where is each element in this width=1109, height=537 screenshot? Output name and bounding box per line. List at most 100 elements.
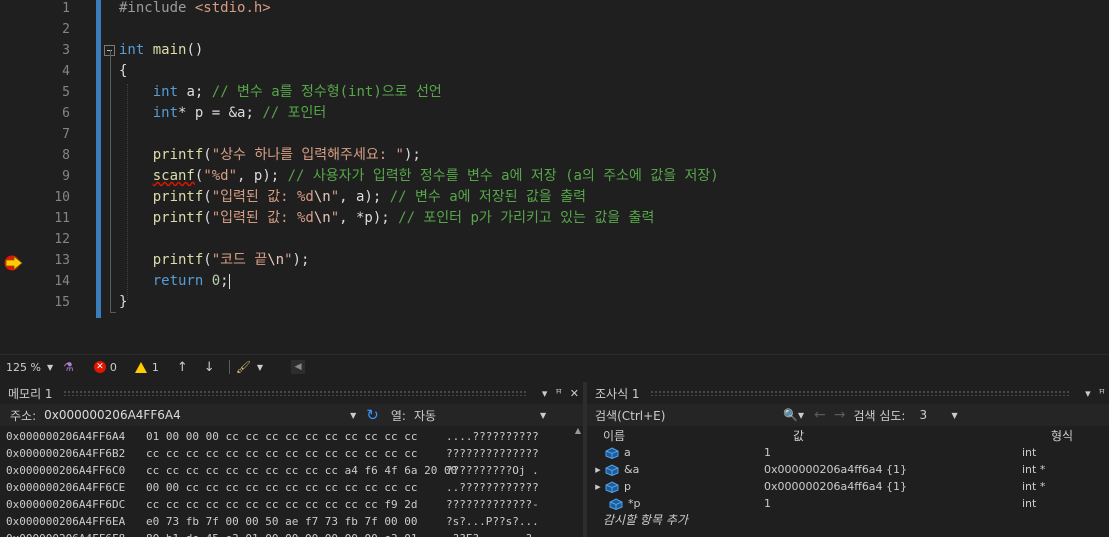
variable-cube-icon bbox=[605, 480, 619, 493]
code-editor[interactable]: 1 2 3 4 5 6 7 8 9 10 11 12 13 14 15 #include <stdio.h>… bbox=[0, 0, 1109, 354]
code-text: , p); bbox=[237, 168, 280, 184]
memory-bytes: 00 00 cc cc cc cc cc cc cc cc cc cc cc c… bbox=[146, 481, 418, 494]
watch-row[interactable]: *p 1 int bbox=[587, 495, 1109, 512]
memory-ascii: ?????????????? bbox=[446, 447, 539, 460]
close-icon[interactable]: ✕ bbox=[570, 387, 579, 400]
escape-sequence: \n bbox=[313, 210, 331, 226]
expand-arrow-icon[interactable]: ▶ bbox=[587, 466, 605, 474]
string-literal: " bbox=[330, 210, 340, 226]
warning-count-button[interactable]: 1 bbox=[134, 361, 159, 374]
watch-panel-header[interactable]: 조사식 1 ▾ ꟸ bbox=[587, 382, 1109, 404]
code-text: ( bbox=[203, 252, 212, 268]
watch-column-headers: 이름 값 형식 bbox=[587, 426, 1109, 444]
memory-row[interactable]: 0x000000206A4FF6A4 01 00 00 00 cc cc cc c… bbox=[0, 428, 583, 445]
memory-row[interactable]: 0x000000206A4FF6C0 cc cc cc cc cc cc cc c… bbox=[0, 462, 583, 479]
arrow-down-icon[interactable]: ↓ bbox=[204, 360, 215, 375]
line-number: 1 bbox=[62, 1, 70, 16]
function-name: scanf bbox=[152, 168, 195, 184]
arrow-up-icon[interactable]: ↑ bbox=[177, 360, 188, 375]
watch-panel: 조사식 1 ▾ ꟸ 검색(Ctrl+E) 🔍▾ ← → 검색 심도: 3 ▼ 이… bbox=[587, 382, 1109, 537]
address-input[interactable]: 0x000000206A4FF6A4 bbox=[42, 406, 344, 424]
watch-value[interactable]: 1 bbox=[764, 497, 1022, 510]
refresh-icon[interactable]: ↻ bbox=[366, 406, 379, 424]
memory-panel-header[interactable]: 메모리 1 ▾ ꟸ ✕ bbox=[0, 382, 583, 404]
watch-search-bar: 검색(Ctrl+E) 🔍▾ ← → 검색 심도: 3 ▼ bbox=[587, 404, 1109, 426]
search-input[interactable]: 검색(Ctrl+E) bbox=[595, 407, 783, 424]
search-icon[interactable]: 🔍▾ bbox=[783, 408, 804, 422]
watch-name[interactable]: p bbox=[624, 480, 764, 493]
function-name: main bbox=[152, 42, 187, 58]
watch-name[interactable]: &a bbox=[624, 463, 764, 476]
code-line-5: int a; // 변수 a를 정수형(int)으로 선언 bbox=[119, 84, 719, 105]
add-watch-item[interactable]: 감시할 항목 추가 bbox=[587, 512, 1109, 529]
pin-icon[interactable]: ꟸ bbox=[1099, 387, 1105, 400]
drag-handle[interactable] bbox=[649, 390, 1072, 396]
drag-handle[interactable] bbox=[62, 390, 528, 396]
columns-select[interactable]: 자동 bbox=[414, 407, 534, 424]
memory-row[interactable]: 0x000000206A4FF6EA e0 73 fb 7f 00 00 50 a… bbox=[0, 513, 583, 530]
zoom-level: 125 % bbox=[6, 360, 41, 374]
string-literal: "입력된 값: %d bbox=[211, 210, 314, 226]
error-count-button[interactable]: ✕ 0 bbox=[93, 361, 117, 374]
chevron-down-icon[interactable]: ▼ bbox=[951, 411, 957, 420]
watch-row[interactable]: ▶ p 0x000000206a4ff6a4 {1} int * bbox=[587, 478, 1109, 495]
memory-bytes: cc cc cc cc cc cc cc cc cc cc a4 f6 4f 6… bbox=[146, 464, 458, 477]
keyword: int bbox=[152, 84, 179, 100]
column-header-name[interactable]: 이름 bbox=[587, 427, 793, 444]
code-text: { bbox=[119, 63, 128, 79]
memory-address: 0x000000206A4FF6DC bbox=[6, 498, 126, 511]
watch-row[interactable]: ▶ &a 0x000000206a4ff6a4 {1} int * bbox=[587, 461, 1109, 478]
search-depth-select[interactable]: 3 bbox=[919, 408, 945, 422]
code-cleanup-button[interactable]: 🖌 ▼ bbox=[236, 360, 263, 374]
memory-bytes: cc cc cc cc cc cc cc cc cc cc cc cc cc c… bbox=[146, 447, 418, 460]
memory-ascii: ....?????????? bbox=[446, 430, 539, 443]
window-position-chevron-icon[interactable]: ▾ bbox=[542, 387, 548, 400]
memory-address: 0x000000206A4FF6F8 bbox=[6, 530, 146, 537]
window-position-chevron-icon[interactable]: ▾ bbox=[1085, 387, 1091, 400]
memory-row[interactable]: 0x000000206A4FF6F880 b1 de 45 e3 01 00 0… bbox=[0, 530, 583, 537]
chevron-down-icon[interactable]: ▼ bbox=[540, 411, 546, 420]
scroll-up-icon[interactable]: ▲ bbox=[573, 426, 583, 435]
zoom-dropdown[interactable]: 125 % ▼ bbox=[6, 361, 53, 374]
column-header-value[interactable]: 값 bbox=[793, 427, 1051, 444]
code-line-15: } bbox=[119, 294, 719, 315]
memory-row[interactable]: 0x000000206A4FF6CE 00 00 cc cc cc cc cc c… bbox=[0, 479, 583, 496]
line-number: 8 bbox=[62, 148, 70, 163]
function-name: printf bbox=[152, 252, 204, 268]
watch-type: int * bbox=[1022, 480, 1046, 493]
code-text: ( bbox=[203, 189, 212, 205]
scroll-left-icon[interactable]: ◀ bbox=[291, 360, 306, 374]
watch-value[interactable]: 0x000000206a4ff6a4 {1} bbox=[764, 480, 1022, 493]
arrow-left-icon[interactable]: ← bbox=[814, 407, 826, 423]
watch-value[interactable]: 1 bbox=[764, 446, 1022, 459]
copilot-icon[interactable]: ⚗ bbox=[63, 360, 74, 374]
code-line-14: return 0; bbox=[119, 273, 719, 294]
column-header-type[interactable]: 형식 bbox=[1051, 427, 1073, 444]
watch-name[interactable]: *p bbox=[628, 497, 764, 510]
expand-arrow-icon[interactable]: ▶ bbox=[587, 483, 605, 491]
line-number: 6 bbox=[62, 106, 70, 121]
code-area[interactable]: #include <stdio.h> int main() { int a; /… bbox=[119, 0, 719, 315]
memory-grid[interactable]: 0x000000206A4FF6A4 01 00 00 00 cc cc cc c… bbox=[0, 426, 583, 537]
pin-icon[interactable]: ꟸ bbox=[555, 387, 561, 400]
line-number: 15 bbox=[54, 295, 70, 310]
chevron-down-icon[interactable]: ▼ bbox=[350, 411, 356, 420]
watch-value[interactable]: 0x000000206a4ff6a4 {1} bbox=[764, 463, 1022, 476]
number-literal: 0 bbox=[211, 273, 221, 289]
line-number: 12 bbox=[54, 232, 70, 247]
line-number: 3 bbox=[62, 43, 70, 58]
memory-ascii: ?s?...P??s?... bbox=[446, 515, 539, 528]
watch-name[interactable]: a bbox=[624, 446, 764, 459]
code-line-3: int main() bbox=[119, 42, 719, 63]
watch-type: int bbox=[1022, 497, 1037, 510]
memory-row[interactable]: 0x000000206A4FF6B2 cc cc cc cc cc cc cc c… bbox=[0, 445, 583, 462]
arrow-right-icon[interactable]: → bbox=[834, 407, 846, 423]
keyword: return bbox=[152, 273, 204, 289]
keyword: int bbox=[119, 42, 145, 58]
watch-row[interactable]: a 1 int bbox=[587, 444, 1109, 461]
memory-row[interactable]: 0x000000206A4FF6DC cc cc cc cc cc cc cc c… bbox=[0, 496, 583, 513]
glyph-margin[interactable] bbox=[0, 0, 30, 354]
code-text: ( bbox=[203, 210, 212, 226]
memory-ascii: ??????????Oj . bbox=[446, 464, 539, 477]
vertical-scrollbar[interactable]: ▲ bbox=[573, 426, 583, 537]
